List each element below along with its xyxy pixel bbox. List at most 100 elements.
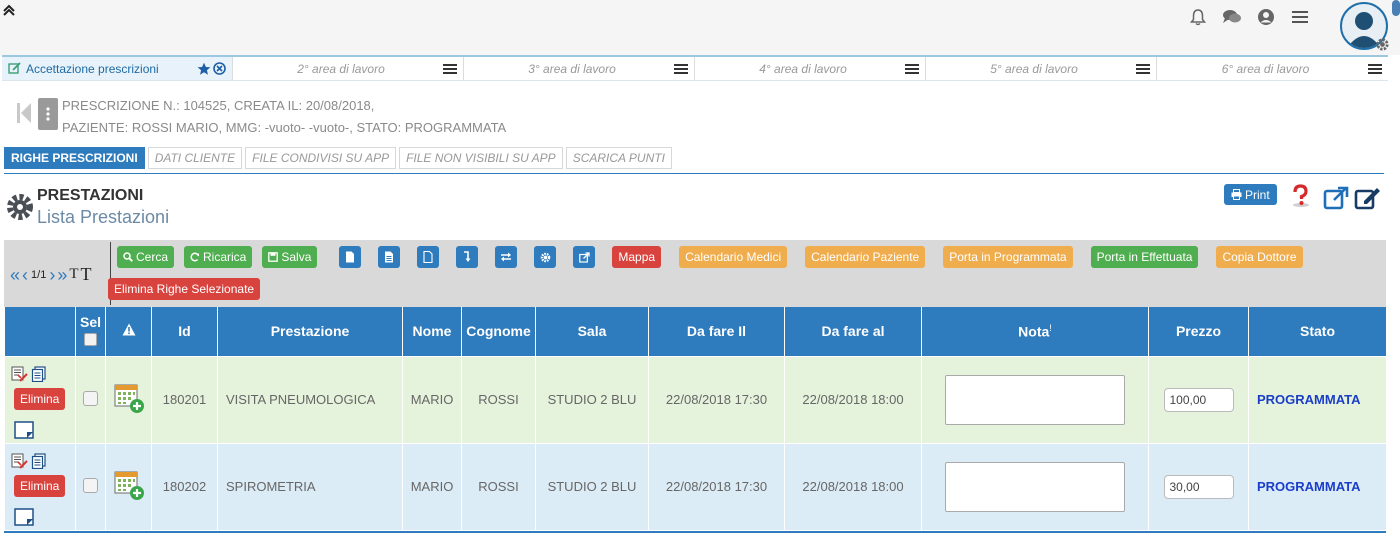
workspace-tab-6[interactable]: 6° area di lavoro [1157,57,1388,80]
level-down-button[interactable] [456,246,479,268]
print-button[interactable]: Print [1224,184,1277,205]
porta-programmata-button[interactable]: Porta in Programmata [943,246,1073,268]
detail-tabs: RIGHE PRESCRIZIONI DATI CLIENTE FILE CON… [4,147,672,169]
tab-righe-prescrizioni[interactable]: RIGHE PRESCRIZIONI [4,147,145,169]
vertical-dots-icon [46,107,50,121]
row-checkbox[interactable] [83,477,98,493]
star-icon[interactable] [197,62,211,76]
workspace-tab-label: 5° area di lavoro [990,61,1078,76]
col-stato[interactable]: Stato [1248,307,1387,357]
chat-icon[interactable] [1222,7,1242,27]
edit-icon[interactable] [1354,186,1382,210]
first-page-icon[interactable]: « [10,266,20,284]
hamburger-menu-icon[interactable] [1368,63,1382,75]
col-id[interactable]: Id [151,307,218,357]
ricarica-label: Ricarica [203,250,247,264]
tab-file-condivisi[interactable]: FILE CONDIVISI SU APP [245,147,397,169]
hamburger-menu-icon[interactable] [905,63,919,75]
nota-textarea[interactable] [945,461,1125,512]
print-label: Print [1245,187,1270,202]
calendario-medici-button[interactable]: Calendario Medici [679,246,788,268]
calendar-add-icon[interactable] [113,382,145,414]
sticky-note-icon[interactable] [14,420,34,439]
tab-dati-cliente[interactable]: DATI CLIENTE [147,147,243,169]
workspace-tab-1[interactable]: Accettazione prescrizioni [2,57,233,80]
scrollbar-thumb[interactable] [1392,0,1400,16]
prezzo-input[interactable] [1163,387,1234,412]
open-external-button[interactable] [573,246,596,268]
copy-document-icon[interactable] [31,365,47,382]
sticky-note-icon[interactable] [14,507,34,526]
export-text-button[interactable] [378,246,401,268]
prezzo-input[interactable] [1163,474,1234,499]
table-row: Elimina 180201 VISITA PNEUMOLOGICA MARIO… [4,355,1387,444]
copia-dottore-button[interactable]: Copia Dottore [1216,246,1303,268]
prev-page-icon[interactable]: ‹ [22,266,28,284]
col-cognome[interactable]: Cognome [461,307,536,357]
chevron-up-icon[interactable] [2,3,16,17]
col-prezzo[interactable]: Prezzo [1148,307,1249,357]
col-nome[interactable]: Nome [402,307,462,357]
tab-scarica-punti[interactable]: SCARICA PUNTI [565,147,672,169]
first-record-icon[interactable] [16,101,32,125]
export-file-button[interactable] [339,246,362,268]
col-prestazione[interactable]: Prestazione [217,307,403,357]
workspace-tab-3[interactable]: 3° area di lavoro [464,57,695,80]
nota-textarea[interactable] [945,374,1125,425]
col-sala[interactable]: Sala [535,307,649,357]
user-circle-icon[interactable] [1256,7,1276,27]
new-file-button[interactable] [417,246,440,268]
calendario-paziente-button[interactable]: Calendario Paziente [805,246,926,268]
row-da-fare-al: 22/08/2018 18:00 [784,442,922,531]
elimina-row-button[interactable]: Elimina [14,474,66,497]
bell-icon[interactable] [1188,7,1208,27]
row-cognome: ROSSI [461,355,536,444]
copy-document-icon[interactable] [31,452,47,469]
row-da-fare-il: 22/08/2018 17:30 [648,442,785,531]
hamburger-menu-icon[interactable] [1136,63,1150,75]
section-subtitle: Lista Prestazioni [37,207,170,227]
salva-button[interactable]: Salva [262,246,318,268]
col-da-fare-al[interactable]: Da fare al [784,307,922,357]
porta-effettuata-button[interactable]: Porta in Effettuata [1090,246,1199,268]
user-edit-icon[interactable] [11,366,28,382]
col-nota-label: Nota [1018,323,1050,340]
printer-icon [1231,189,1242,200]
ricarica-button[interactable]: Ricarica [184,246,253,268]
cerca-button[interactable]: Cerca [117,246,175,268]
elimina-righe-button[interactable]: Elimina Righe Selezionate [108,278,261,300]
col-sel-label: Sel [79,313,101,330]
mappa-button[interactable]: Mappa [612,246,662,268]
row-nota-cell [921,442,1149,531]
tab-file-non-visibili[interactable]: FILE NON VISIBILI SU APP [399,147,563,169]
font-increase-button[interactable]: T [81,264,92,285]
col-nota[interactable]: Nota! [921,307,1149,357]
hamburger-menu-icon[interactable] [674,63,688,75]
file-text-icon [385,251,394,263]
close-circle-icon[interactable] [213,62,226,75]
user-edit-icon[interactable] [11,453,28,469]
row-actions: Elimina [4,355,76,444]
settings-button[interactable] [534,246,557,268]
hamburger-menu-icon[interactable] [1290,7,1310,27]
row-checkbox[interactable] [83,390,98,406]
workspace-tab-2[interactable]: 2° area di lavoro [233,57,464,80]
hamburger-menu-icon[interactable] [443,63,457,75]
col-da-fare-il[interactable]: Da fare Il [648,307,785,357]
font-decrease-button[interactable]: T [69,266,78,283]
exchange-button[interactable] [495,246,518,268]
prescription-menu-button[interactable] [38,98,58,130]
last-page-icon[interactable]: » [57,266,67,284]
calendar-add-icon[interactable] [113,469,145,501]
gear-icon[interactable] [1375,37,1390,52]
row-prezzo-cell [1148,355,1249,444]
prescription-nav [16,98,58,130]
row-da-fare-al: 22/08/2018 18:00 [784,355,922,444]
select-all-checkbox[interactable] [84,332,97,346]
external-link-icon[interactable] [1323,186,1349,210]
workspace-tab-4[interactable]: 4° area di lavoro [695,57,926,80]
elimina-row-button[interactable]: Elimina [14,387,66,410]
workspace-tab-5[interactable]: 5° area di lavoro [926,57,1157,80]
next-page-icon[interactable]: › [49,266,55,284]
help-icon[interactable] [1289,184,1311,208]
